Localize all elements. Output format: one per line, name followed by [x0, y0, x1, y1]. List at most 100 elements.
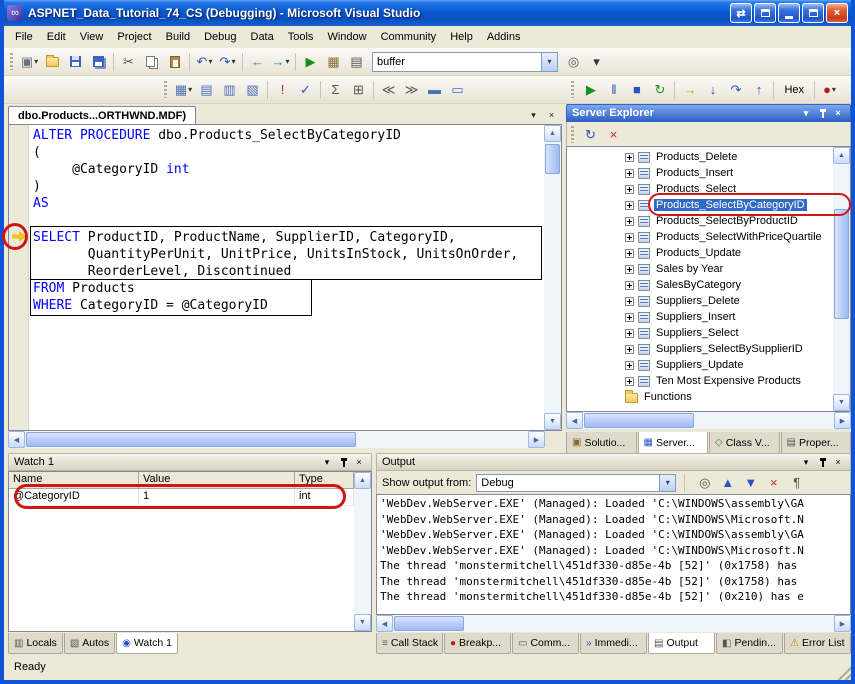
watch-column-type[interactable]: Type	[295, 472, 354, 489]
combo-dropdown-icon[interactable]: ▾	[659, 475, 675, 491]
scroll-thumb[interactable]	[545, 144, 560, 174]
document-tab[interactable]: dbo.Products...ORTHWND.MDF)	[8, 106, 196, 124]
goto-previous-message-icon[interactable]: ▲	[716, 472, 739, 494]
watch-titlebar[interactable]: Watch 1 ▾ ×	[8, 453, 372, 471]
output-titlebar[interactable]: Output ▾ ×	[376, 453, 851, 471]
tree-item-products-selectwithpricequartile[interactable]: Products_SelectWithPriceQuartile	[567, 229, 833, 245]
tab-class-v[interactable]: ◇Class V...	[709, 432, 780, 454]
server-explorer-titlebar[interactable]: Server Explorer ▾ ×	[566, 104, 851, 122]
tab-call-stack[interactable]: ≡Call Stack	[376, 633, 443, 654]
menu-item-edit[interactable]: Edit	[40, 28, 73, 46]
watch-cell[interactable]: @CategoryID	[9, 489, 139, 506]
title-bar[interactable]: ∞ ASPNET_Data_Tutorial_74_CS (Debugging)…	[4, 0, 851, 26]
close-panel-icon[interactable]: ×	[352, 456, 366, 469]
editor-horizontal-scrollbar[interactable]: ◀ ▶	[8, 431, 562, 448]
clear-all-icon[interactable]: ×	[762, 472, 785, 494]
tab-proper[interactable]: ▤Proper...	[781, 432, 852, 454]
scroll-track[interactable]	[583, 412, 834, 429]
window-dock-icon[interactable]	[754, 3, 776, 23]
tab-autos[interactable]: ▧Autos	[64, 633, 115, 654]
tree-item-products-delete[interactable]: Products_Delete	[567, 149, 833, 165]
expand-plus-icon[interactable]	[625, 361, 634, 370]
auto-hide-pin-icon[interactable]	[815, 107, 829, 120]
tree-item-products-update[interactable]: Products_Update	[567, 245, 833, 261]
scroll-up-icon[interactable]: ▲	[354, 472, 371, 489]
close-panel-icon[interactable]: ×	[831, 456, 845, 469]
toggle-word-wrap-icon[interactable]: ¶	[785, 472, 808, 494]
code-area[interactable]: ALTER PROCEDURE dbo.Products_SelectByCat…	[29, 125, 544, 430]
tree-item-functions[interactable]: Functions	[567, 389, 833, 405]
find-message-icon[interactable]: ◎	[693, 472, 716, 494]
expand-plus-icon[interactable]	[625, 297, 634, 306]
output-log[interactable]: 'WebDev.WebServer.EXE' (Managed): Loaded…	[376, 494, 851, 615]
scroll-up-icon[interactable]: ▲	[833, 147, 850, 164]
scroll-track[interactable]	[354, 489, 371, 614]
uncomment-lines-icon[interactable]: ▭	[446, 79, 469, 101]
goto-next-message-icon[interactable]: ▼	[739, 472, 762, 494]
open-file-icon[interactable]	[41, 51, 64, 73]
find-combobox[interactable]: buffer ▾	[372, 52, 558, 72]
comment-lines-icon[interactable]: ▬	[423, 79, 446, 101]
indent-decrease-icon[interactable]: ≪	[377, 79, 400, 101]
expand-plus-icon[interactable]	[625, 377, 634, 386]
tab-immedi[interactable]: »Immedi...	[580, 633, 647, 654]
add-table-icon[interactable]: ⊞	[347, 79, 370, 101]
output-source-dropdown[interactable]: Debug ▾	[476, 474, 676, 492]
scroll-thumb[interactable]	[394, 616, 464, 631]
stop-refresh-icon[interactable]: ×	[602, 123, 625, 145]
minimize-button[interactable]	[778, 3, 800, 23]
step-into-icon[interactable]: ↓	[701, 79, 724, 101]
redo-icon[interactable]: ↷▾	[216, 51, 239, 73]
step-over-icon[interactable]: ↷	[724, 79, 747, 101]
tree-item-products-insert[interactable]: Products_Insert	[567, 165, 833, 181]
stop-debug-icon[interactable]: ■	[625, 79, 648, 101]
scroll-track[interactable]	[833, 164, 850, 394]
scroll-track[interactable]	[393, 615, 834, 632]
menu-item-project[interactable]: Project	[110, 28, 158, 46]
restart-icon[interactable]: ↻	[648, 79, 671, 101]
expand-plus-icon[interactable]	[625, 169, 634, 178]
menu-item-data[interactable]: Data	[244, 28, 281, 46]
show-sql-pane-icon[interactable]: ▥	[218, 79, 241, 101]
scroll-thumb[interactable]	[834, 209, 849, 319]
tab-solutio[interactable]: ▣Solutio...	[566, 432, 637, 454]
tab-breakp[interactable]: ●Breakp...	[444, 633, 511, 654]
tree-horizontal-scrollbar[interactable]: ◀ ▶	[566, 412, 851, 429]
tree-item-products-selectbycategoryid[interactable]: Products_SelectByCategoryID	[567, 197, 833, 213]
restore-button[interactable]	[802, 3, 824, 23]
watch-column-name[interactable]: Name	[9, 472, 139, 489]
scroll-thumb[interactable]	[584, 413, 694, 428]
window-switch-icon[interactable]: ⇄	[730, 3, 752, 23]
expand-plus-icon[interactable]	[625, 281, 634, 290]
tree-item-products-selectbyproductid[interactable]: Products_SelectByProductID	[567, 213, 833, 229]
navigate-backward-icon[interactable]: ←	[246, 51, 269, 73]
expand-plus-icon[interactable]	[625, 153, 634, 162]
watch-cell[interactable]: 1	[139, 489, 295, 506]
scroll-down-icon[interactable]: ▼	[833, 394, 850, 411]
breakpoints-window-icon[interactable]: ●▾	[818, 79, 841, 101]
show-next-statement-icon[interactable]: →	[678, 79, 701, 101]
scroll-down-icon[interactable]: ▼	[544, 413, 561, 430]
scroll-right-icon[interactable]: ▶	[834, 615, 851, 632]
resize-grip[interactable]	[835, 664, 851, 680]
save-icon[interactable]	[64, 51, 87, 73]
solution-explorer-icon[interactable]: ▦	[322, 51, 345, 73]
server-explorer-tree[interactable]: Products_DeleteProducts_Insert Products_S…	[567, 147, 833, 411]
combo-dropdown-icon[interactable]: ▾	[541, 53, 557, 71]
show-diagram-pane-icon[interactable]: ▦▾	[172, 79, 195, 101]
menu-item-file[interactable]: File	[8, 28, 40, 46]
tab-comm[interactable]: ▭Comm...	[512, 633, 579, 654]
window-position-icon[interactable]: ▾	[799, 107, 813, 120]
paste-icon[interactable]	[163, 51, 186, 73]
close-panel-icon[interactable]: ×	[831, 107, 845, 120]
output-horizontal-scrollbar[interactable]: ◀ ▶	[376, 615, 851, 632]
expand-plus-icon[interactable]	[625, 201, 634, 210]
scroll-track[interactable]	[25, 431, 528, 448]
show-results-pane-icon[interactable]: ▧	[241, 79, 264, 101]
scroll-right-icon[interactable]: ▶	[528, 431, 545, 448]
tab-server[interactable]: ▦Server...	[638, 432, 709, 454]
auto-hide-pin-icon[interactable]	[815, 456, 829, 469]
scroll-up-icon[interactable]: ▲	[544, 125, 561, 142]
scroll-left-icon[interactable]: ◀	[566, 412, 583, 429]
watch-row[interactable]: @CategoryID1int	[9, 489, 354, 506]
